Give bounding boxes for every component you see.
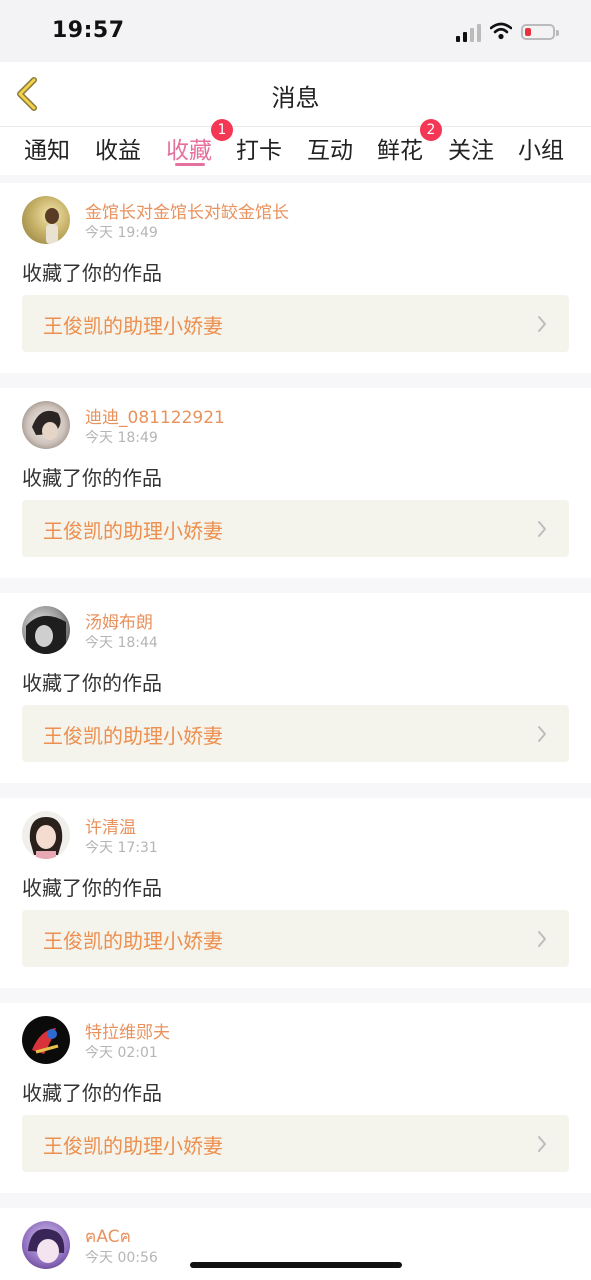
status-bar: 19:57	[0, 0, 591, 62]
tab-earnings[interactable]: 收益	[95, 131, 141, 165]
username[interactable]: 许清温	[85, 813, 136, 838]
chevron-right-icon	[537, 930, 547, 948]
tab-checkin[interactable]: 打卡	[236, 131, 282, 165]
active-tab-indicator	[175, 163, 205, 166]
tab-flowers[interactable]: 鲜花	[377, 131, 423, 165]
page-title: 消息	[271, 84, 320, 112]
work-link[interactable]: 王俊凯的助理小娇妻	[22, 500, 569, 557]
username[interactable]: 特拉维郧夫	[85, 1018, 170, 1043]
notification-item[interactable]: 许清温 今天 17:31 收藏了你的作品 王俊凯的助理小娇妻	[0, 798, 591, 988]
timestamp: 今天 18:49	[85, 430, 158, 446]
timestamp: 今天 17:31	[85, 840, 158, 856]
flowers-badge: 2	[420, 119, 442, 141]
chevron-right-icon	[537, 725, 547, 743]
work-link[interactable]: 王俊凯的助理小娇妻	[22, 1115, 569, 1172]
chevron-right-icon	[537, 1135, 547, 1153]
action-text: 收藏了你的作品	[22, 1081, 162, 1105]
tab-notice[interactable]: 通知	[24, 131, 70, 165]
tab-groups[interactable]: 小组	[518, 131, 564, 165]
nav-header: 消息	[0, 62, 591, 127]
timestamp: 今天 19:49	[85, 225, 158, 241]
work-title: 王俊凯的助理小娇妻	[43, 314, 223, 338]
work-title: 王俊凯的助理小娇妻	[43, 519, 223, 543]
battery-icon	[521, 24, 559, 40]
work-title: 王俊凯的助理小娇妻	[43, 724, 223, 748]
avatar[interactable]	[22, 1221, 70, 1269]
favorites-badge: 1	[211, 119, 233, 141]
action-text: 收藏了你的作品	[22, 671, 162, 695]
avatar[interactable]	[22, 196, 70, 244]
action-text: 收藏了你的作品	[22, 261, 162, 285]
avatar[interactable]	[22, 606, 70, 654]
username[interactable]: 金馆长对金馆长对䍊金馆长	[85, 198, 289, 223]
timestamp: 今天 00:56	[85, 1250, 158, 1266]
home-indicator[interactable]	[190, 1262, 402, 1268]
work-title: 王俊凯的助理小娇妻	[43, 929, 223, 953]
tab-follow[interactable]: 关注	[448, 131, 494, 165]
work-link[interactable]: 王俊凯的助理小娇妻	[22, 295, 569, 352]
username[interactable]: 迪迪_081122921	[85, 403, 225, 428]
notification-item[interactable]: 金馆长对金馆长对䍊金馆长 今天 19:49 收藏了你的作品 王俊凯的助理小娇妻	[0, 183, 591, 373]
tab-favorites[interactable]: 收藏	[166, 131, 212, 165]
timestamp: 今天 18:44	[85, 635, 158, 651]
status-time: 19:57	[52, 18, 125, 43]
work-link[interactable]: 王俊凯的助理小娇妻	[22, 705, 569, 762]
action-text: 收藏了你的作品	[22, 876, 162, 900]
work-title: 王俊凯的助理小娇妻	[43, 1134, 223, 1158]
notification-item[interactable]: 迪迪_081122921 今天 18:49 收藏了你的作品 王俊凯的助理小娇妻	[0, 388, 591, 578]
chevron-right-icon	[537, 315, 547, 333]
avatar[interactable]	[22, 811, 70, 859]
username[interactable]: 汤姆布朗	[85, 608, 153, 633]
work-link[interactable]: 王俊凯的助理小娇妻	[22, 910, 569, 967]
avatar[interactable]	[22, 401, 70, 449]
username[interactable]: ฅACฅ	[85, 1223, 131, 1250]
chevron-right-icon	[537, 520, 547, 538]
notification-item[interactable]: ฅACฅ 今天 00:56	[0, 1208, 591, 1280]
notification-item[interactable]: 汤姆布朗 今天 18:44 收藏了你的作品 王俊凯的助理小娇妻	[0, 593, 591, 783]
avatar[interactable]	[22, 1016, 70, 1064]
tab-interaction[interactable]: 互动	[307, 131, 353, 165]
wifi-icon	[489, 22, 513, 44]
action-text: 收藏了你的作品	[22, 466, 162, 490]
timestamp: 今天 02:01	[85, 1045, 158, 1061]
tab-bar: 通知 收益 收藏 1 打卡 互动 鲜花 2 关注 小组	[0, 119, 591, 175]
notification-item[interactable]: 特拉维郧夫 今天 02:01 收藏了你的作品 王俊凯的助理小娇妻	[0, 1003, 591, 1193]
cellular-signal-icon	[456, 24, 482, 42]
